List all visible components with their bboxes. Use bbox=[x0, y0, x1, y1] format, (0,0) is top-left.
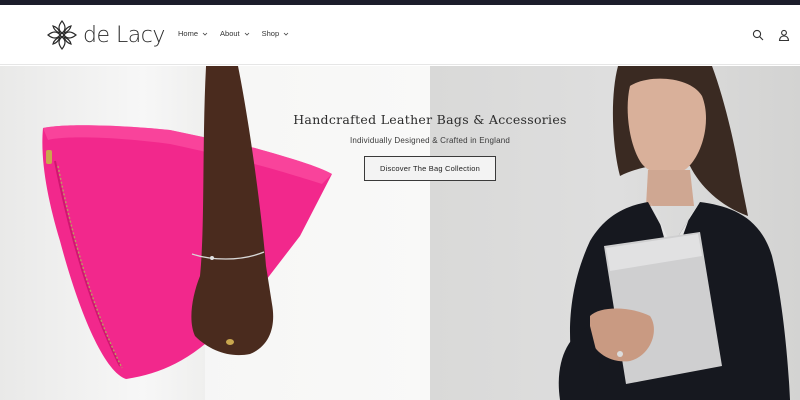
nav-item-shop[interactable]: Shop bbox=[262, 29, 290, 38]
nav-item-label: Shop bbox=[261, 29, 280, 38]
nav-item-about[interactable]: About bbox=[220, 29, 250, 38]
nav-item-label: About bbox=[220, 29, 240, 38]
hero-copy: Handcrafted Leather Bags & Accessories I… bbox=[230, 112, 630, 181]
brand-logo[interactable]: de Lacy bbox=[45, 17, 165, 53]
site-header: de Lacy Home About Shop bbox=[0, 5, 800, 65]
chevron-down-icon bbox=[244, 32, 249, 36]
chevron-down-icon bbox=[283, 32, 289, 36]
header-actions bbox=[752, 29, 790, 41]
brand-name: de Lacy bbox=[83, 22, 165, 48]
nav-item-home[interactable]: Home bbox=[178, 29, 208, 38]
main-nav: Home About Shop bbox=[178, 29, 289, 38]
hero-banner: Handcrafted Leather Bags & Accessories I… bbox=[0, 66, 800, 400]
nav-item-label: Home bbox=[178, 29, 199, 38]
chevron-down-icon bbox=[202, 32, 208, 36]
discover-collection-button[interactable]: Discover The Bag Collection bbox=[364, 156, 496, 181]
hero-subtitle: Individually Designed & Crafted in Engla… bbox=[349, 136, 511, 145]
search-icon[interactable] bbox=[752, 29, 764, 41]
quatrefoil-ornament-icon bbox=[47, 20, 77, 50]
user-icon[interactable] bbox=[778, 29, 790, 41]
hero-title: Handcrafted Leather Bags & Accessories bbox=[293, 112, 567, 127]
